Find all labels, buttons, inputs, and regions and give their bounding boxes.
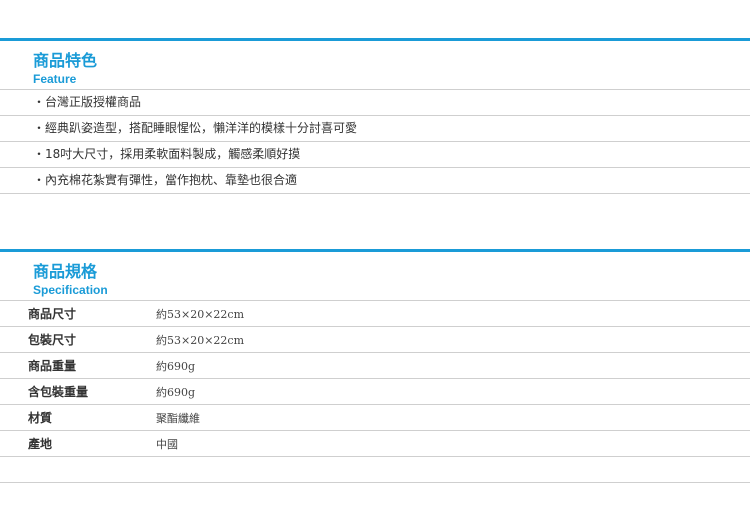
feature-item: ・經典趴姿造型，搭配睡眼惺忪，懶洋洋的模樣十分討喜可愛 [0, 116, 750, 142]
spec-label: 產地 [0, 430, 156, 457]
table-row: 商品尺寸 約53×20×22cm [0, 301, 750, 327]
table-row: 材質 聚酯纖維 [0, 404, 750, 431]
specification-subtitle: Specification [33, 283, 108, 297]
spec-value-empty [156, 456, 750, 483]
spec-label: 商品重量 [0, 352, 156, 379]
spec-value: 約690g [156, 378, 750, 405]
feature-item-text: ・台灣正版授權商品 [33, 95, 142, 109]
spec-value: 中國 [156, 430, 750, 457]
specification-table: 商品尺寸 約53×20×22cm 包裝尺寸 約53×20×22cm 商品重量 約… [0, 301, 750, 483]
spec-label-empty [0, 456, 156, 483]
spec-label: 含包裝重量 [0, 378, 156, 405]
table-row: 商品重量 約690g [0, 352, 750, 379]
feature-section: 商品特色 Feature ・台灣正版授權商品 ・經典趴姿造型，搭配睡眼惺忪，懶洋… [0, 38, 750, 194]
spec-label: 材質 [0, 404, 156, 431]
table-row: 含包裝重量 約690g [0, 378, 750, 405]
specification-section: 商品規格 Specification 商品尺寸 約53×20×22cm 包裝尺寸… [0, 249, 750, 483]
feature-subtitle: Feature [33, 72, 77, 86]
specification-title: 商品規格 [33, 262, 98, 281]
spec-value: 聚酯纖維 [156, 404, 750, 431]
spec-label: 商品尺寸 [0, 301, 156, 327]
feature-item: ・台灣正版授權商品 [0, 90, 750, 116]
table-row-empty [0, 456, 750, 483]
feature-list: ・台灣正版授權商品 ・經典趴姿造型，搭配睡眼惺忪，懶洋洋的模樣十分討喜可愛 ・1… [0, 90, 750, 194]
specification-header: 商品規格 Specification [0, 252, 750, 300]
spec-value: 約690g [156, 352, 750, 379]
spec-value: 約53×20×22cm [156, 326, 750, 353]
feature-header: 商品特色 Feature [0, 41, 750, 89]
feature-title: 商品特色 [33, 51, 98, 70]
feature-item-text: ・內充棉花紮實有彈性，當作抱枕、靠墊也很合適 [33, 173, 298, 187]
feature-item-text: ・經典趴姿造型，搭配睡眼惺忪，懶洋洋的模樣十分討喜可愛 [33, 121, 358, 135]
feature-item: ・18吋大尺寸，採用柔軟面料製成，觸感柔順好摸 [0, 142, 750, 168]
table-row: 產地 中國 [0, 430, 750, 457]
spec-value: 約53×20×22cm [156, 301, 750, 327]
table-row: 包裝尺寸 約53×20×22cm [0, 326, 750, 353]
feature-item: ・內充棉花紮實有彈性，當作抱枕、靠墊也很合適 [0, 168, 750, 194]
feature-item-text: ・18吋大尺寸，採用柔軟面料製成，觸感柔順好摸 [33, 147, 301, 161]
spec-label: 包裝尺寸 [0, 326, 156, 353]
